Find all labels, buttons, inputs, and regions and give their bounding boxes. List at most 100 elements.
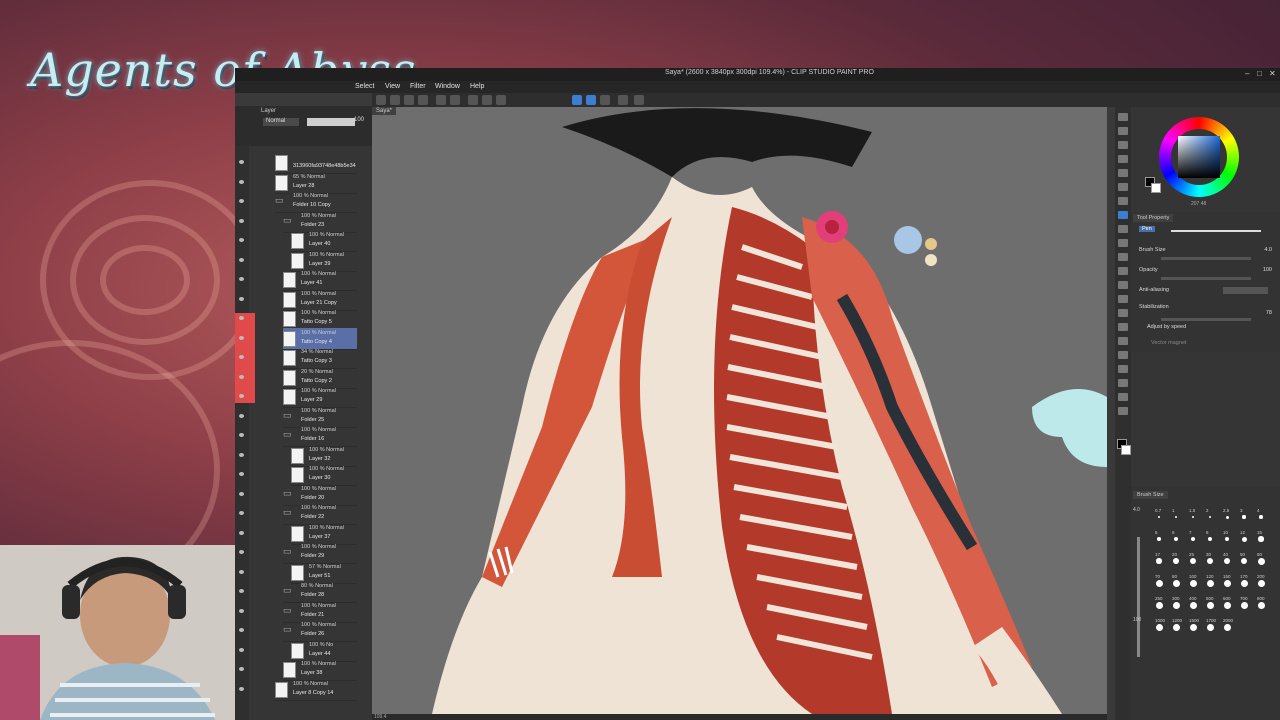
visibility-eye-icon[interactable] bbox=[239, 550, 244, 554]
snap-special-ruler-icon[interactable] bbox=[586, 95, 596, 105]
brush-size-preset[interactable] bbox=[1225, 515, 1229, 519]
visibility-eye-icon[interactable] bbox=[239, 433, 244, 437]
visibility-eye-icon[interactable] bbox=[239, 355, 244, 359]
visibility-eye-icon[interactable] bbox=[239, 413, 244, 418]
transform-icon[interactable] bbox=[496, 95, 506, 105]
text-tool-icon[interactable] bbox=[1118, 379, 1128, 387]
drawing-canvas[interactable] bbox=[372, 107, 1107, 714]
size-slider-track[interactable] bbox=[1137, 537, 1140, 657]
brush-size-preset[interactable] bbox=[1190, 558, 1196, 564]
visibility-eye-icon[interactable] bbox=[239, 316, 244, 320]
brush-size-preset[interactable] bbox=[1172, 601, 1180, 609]
visibility-eye-icon[interactable] bbox=[239, 179, 244, 184]
frame-tool-icon[interactable] bbox=[1118, 351, 1128, 359]
fill-tool-icon[interactable] bbox=[1118, 309, 1128, 317]
move-tool-icon[interactable] bbox=[1118, 127, 1128, 135]
close-icon[interactable]: ✕ bbox=[1269, 69, 1276, 78]
redo-icon[interactable] bbox=[450, 95, 460, 105]
brush-size-preset[interactable] bbox=[1155, 601, 1163, 609]
new-file-icon[interactable] bbox=[376, 95, 386, 105]
sub-color-chip[interactable] bbox=[1151, 183, 1161, 193]
selection-tool-icon[interactable] bbox=[1118, 169, 1128, 177]
opacity-slider[interactable] bbox=[1161, 277, 1251, 280]
menu-select[interactable]: Select bbox=[355, 83, 374, 90]
visibility-eye-icon[interactable] bbox=[239, 608, 244, 613]
visibility-eye-icon[interactable] bbox=[239, 199, 244, 203]
brush-size-preset[interactable] bbox=[1259, 515, 1263, 519]
clear-icon[interactable] bbox=[468, 95, 478, 105]
vector-magnet-label[interactable]: Vector magnet bbox=[1151, 340, 1186, 346]
visibility-eye-icon[interactable] bbox=[239, 686, 244, 691]
brush-size-preset[interactable] bbox=[1191, 515, 1195, 519]
menu-help[interactable]: Help bbox=[470, 83, 484, 90]
brush-size-preset[interactable] bbox=[1206, 579, 1214, 587]
auto-select-tool-icon[interactable] bbox=[1118, 183, 1128, 191]
blend-tool-icon[interactable] bbox=[1118, 295, 1128, 303]
zoom-tool-icon[interactable] bbox=[1118, 113, 1128, 121]
brush-size-preset[interactable] bbox=[1208, 515, 1212, 519]
decoration-tool-icon[interactable] bbox=[1118, 267, 1128, 275]
visibility-eye-icon[interactable] bbox=[239, 569, 244, 574]
help-icon[interactable] bbox=[634, 95, 644, 105]
brush-size-preset[interactable] bbox=[1240, 601, 1248, 609]
visibility-eye-icon[interactable] bbox=[239, 491, 244, 496]
brush-size-preset[interactable] bbox=[1155, 579, 1163, 587]
stabilization-value[interactable]: 78 bbox=[1266, 310, 1272, 316]
brush-size-preset[interactable] bbox=[1223, 623, 1231, 631]
brush-size-slider[interactable] bbox=[1161, 257, 1251, 260]
visibility-eye-icon[interactable] bbox=[239, 374, 244, 379]
reference-icon[interactable] bbox=[618, 95, 628, 105]
print-icon[interactable] bbox=[418, 95, 428, 105]
brush-size-value[interactable]: 4.0 bbox=[1264, 247, 1272, 253]
brush-tool-icon[interactable] bbox=[1118, 239, 1128, 247]
brush-size-preset[interactable] bbox=[1172, 623, 1180, 631]
operation-tool-icon[interactable] bbox=[1118, 141, 1128, 149]
brush-size-preset[interactable] bbox=[1155, 623, 1163, 631]
brush-size-preset[interactable] bbox=[1172, 579, 1180, 587]
visibility-eye-icon[interactable] bbox=[239, 335, 244, 340]
brush-size-preset[interactable] bbox=[1189, 601, 1197, 609]
menu-view[interactable]: View bbox=[385, 83, 400, 90]
open-file-icon[interactable] bbox=[390, 95, 400, 105]
brush-size-preset[interactable] bbox=[1240, 557, 1248, 565]
figure-tool-icon[interactable] bbox=[1118, 337, 1128, 345]
balloon-tool-icon[interactable] bbox=[1118, 393, 1128, 401]
brush-size-preset[interactable] bbox=[1258, 536, 1264, 542]
brush-size-tab[interactable]: Brush Size bbox=[1133, 491, 1168, 499]
fill-icon[interactable] bbox=[482, 95, 492, 105]
canvas-tab[interactable]: Saya* bbox=[372, 107, 397, 115]
snap-ruler-icon[interactable] bbox=[572, 95, 582, 105]
visibility-eye-icon[interactable] bbox=[239, 589, 244, 593]
visibility-eye-icon[interactable] bbox=[239, 296, 244, 301]
layer-row[interactable]: 100 % Normal Layer 8 Copy 14 bbox=[239, 679, 357, 701]
opacity-slider[interactable] bbox=[307, 118, 355, 126]
undo-icon[interactable] bbox=[436, 95, 446, 105]
eraser-tool-icon[interactable] bbox=[1118, 281, 1128, 289]
color-wheel[interactable] bbox=[1159, 117, 1239, 197]
brush-size-preset[interactable] bbox=[1206, 623, 1214, 631]
visibility-eye-icon[interactable] bbox=[239, 667, 244, 671]
save-icon[interactable] bbox=[404, 95, 414, 105]
brush-size-preset[interactable] bbox=[1174, 515, 1178, 519]
ruler-tool-icon[interactable] bbox=[1118, 365, 1128, 373]
visibility-eye-icon[interactable] bbox=[239, 160, 244, 164]
adjust-by-speed-label[interactable]: Adjust by speed bbox=[1147, 324, 1186, 330]
brush-size-preset[interactable] bbox=[1207, 536, 1213, 542]
saturation-value-square[interactable] bbox=[1178, 136, 1220, 178]
tool-property-tab[interactable]: Tool Property bbox=[1133, 214, 1174, 222]
brush-size-preset[interactable] bbox=[1174, 537, 1178, 541]
visibility-eye-icon[interactable] bbox=[239, 218, 244, 223]
eyedropper-tool-icon[interactable] bbox=[1118, 197, 1128, 205]
visibility-eye-icon[interactable] bbox=[239, 472, 244, 476]
menu-window[interactable]: Window bbox=[435, 83, 460, 90]
brush-size-preset[interactable] bbox=[1240, 579, 1248, 587]
brush-size-preset[interactable] bbox=[1158, 516, 1160, 518]
visibility-eye-icon[interactable] bbox=[239, 452, 244, 457]
brush-size-preset[interactable] bbox=[1156, 558, 1162, 564]
brush-size-preset[interactable] bbox=[1223, 601, 1231, 609]
sub-color-swatch[interactable] bbox=[1121, 445, 1131, 455]
airbrush-tool-icon[interactable] bbox=[1118, 253, 1128, 261]
visibility-eye-icon[interactable] bbox=[239, 277, 244, 281]
brush-size-preset[interactable] bbox=[1241, 536, 1247, 542]
visibility-eye-icon[interactable] bbox=[239, 238, 244, 242]
